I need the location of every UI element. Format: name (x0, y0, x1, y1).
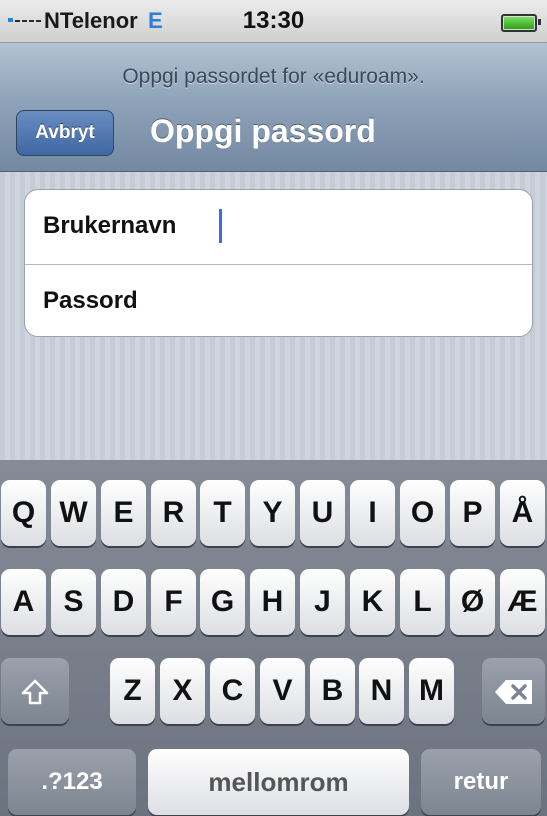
key-o[interactable]: O (400, 480, 445, 546)
cancel-button[interactable]: Avbryt (16, 110, 114, 156)
password-prompt: Oppgi passordet for «eduroam». (122, 65, 425, 88)
key-aa[interactable]: Å (500, 480, 545, 546)
key-f[interactable]: F (151, 569, 196, 635)
username-label: Brukernavn (43, 212, 177, 239)
key-m[interactable]: M (409, 658, 454, 724)
password-label: Passord (43, 287, 138, 314)
key-i[interactable]: I (350, 480, 395, 546)
delete-key[interactable] (482, 658, 545, 724)
username-field[interactable]: Brukernavn (25, 190, 532, 264)
keyboard: Q W E R T Y U I O P Å A S D F G H J K L … (0, 460, 547, 816)
key-ae[interactable]: Æ (500, 569, 545, 635)
password-field[interactable]: Passord (25, 264, 532, 336)
key-k[interactable]: K (350, 569, 395, 635)
key-t[interactable]: T (200, 480, 245, 546)
text-cursor (219, 209, 222, 243)
space-key[interactable]: mellomrom (148, 749, 409, 815)
clock: 13:30 (242, 7, 305, 34)
key-d[interactable]: D (101, 569, 146, 635)
key-a[interactable]: A (1, 569, 46, 635)
key-w[interactable]: W (51, 480, 96, 546)
key-s[interactable]: S (51, 569, 96, 635)
credentials-table: Brukernavn Passord (24, 189, 533, 337)
key-oe[interactable]: Ø (450, 569, 495, 635)
form-area: Brukernavn Passord (0, 172, 547, 460)
status-bar: NTelenor E 13:30 (0, 0, 547, 43)
key-h[interactable]: H (250, 569, 295, 635)
key-v[interactable]: V (260, 658, 305, 724)
battery-icon (501, 14, 541, 32)
key-n[interactable]: N (359, 658, 404, 724)
navigation-bar: Oppgi passordet for «eduroam». Avbryt Op… (0, 43, 547, 172)
numbers-key[interactable]: .?123 (8, 749, 136, 815)
key-e[interactable]: E (101, 480, 146, 546)
page-title: Oppgi passord (150, 113, 376, 149)
wifi-password-screen: NTelenor E 13:30 Oppgi passordet for «ed… (0, 0, 547, 816)
key-y[interactable]: Y (250, 480, 295, 546)
return-key[interactable]: retur (421, 749, 541, 815)
key-g[interactable]: G (200, 569, 245, 635)
key-j[interactable]: J (300, 569, 345, 635)
shift-arrow-icon (21, 679, 49, 705)
key-r[interactable]: R (151, 480, 196, 546)
backspace-icon (494, 680, 532, 705)
key-z[interactable]: Z (110, 658, 155, 724)
shift-key[interactable] (1, 658, 69, 724)
key-q[interactable]: Q (1, 480, 46, 546)
key-p[interactable]: P (450, 480, 495, 546)
key-b[interactable]: B (310, 658, 355, 724)
key-l[interactable]: L (400, 569, 445, 635)
key-x[interactable]: X (160, 658, 205, 724)
key-u[interactable]: U (300, 480, 345, 546)
key-c[interactable]: C (210, 658, 255, 724)
